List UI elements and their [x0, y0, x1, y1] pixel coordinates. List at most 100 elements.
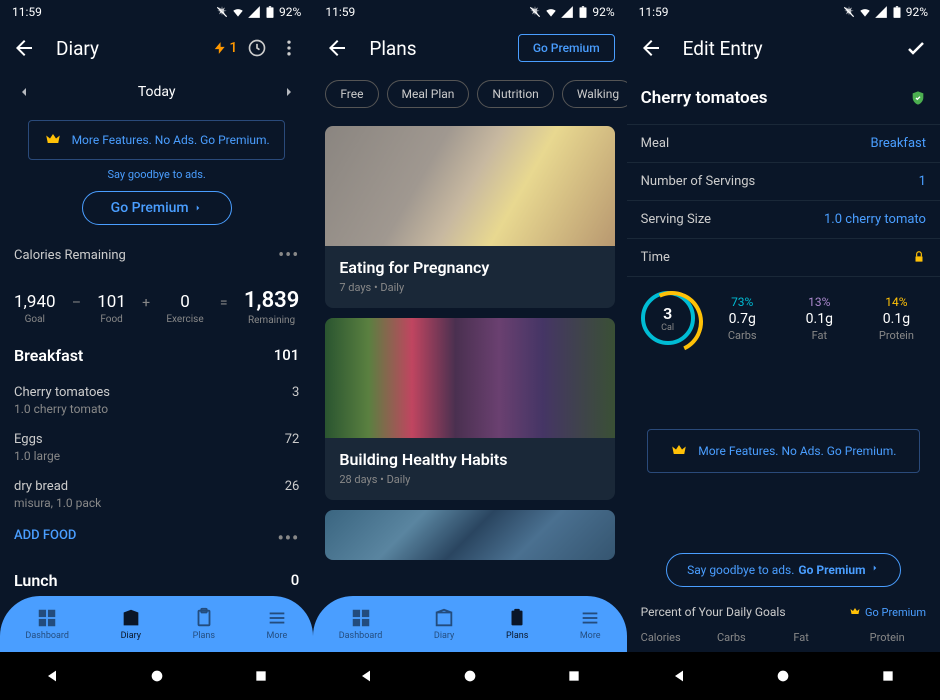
plans-icon — [506, 607, 528, 629]
system-nav — [627, 652, 940, 700]
food-item[interactable]: Cherry tomatoes1.0 cherry tomato 3 — [0, 377, 313, 424]
status-bar: 11:59 92% — [0, 0, 313, 24]
chevron-right-icon — [193, 203, 203, 213]
go-premium-pill[interactable]: Say goodbye to ads. Go Premium — [666, 553, 900, 587]
edit-entry-screen: 11:59 92% Edit Entry Cherry tomatoes Mea… — [627, 0, 940, 700]
status-icons: 92% — [842, 5, 928, 19]
back-icon[interactable] — [12, 36, 36, 60]
nav-dashboard[interactable]: Dashboard — [25, 607, 69, 641]
plan-image — [325, 510, 614, 560]
lock-icon — [912, 250, 926, 264]
dashboard-icon — [350, 607, 372, 629]
battery-icon — [576, 5, 590, 19]
goals-premium-link[interactable]: Go Premium — [849, 606, 926, 619]
sys-home-icon[interactable] — [462, 668, 478, 684]
dnd-icon — [528, 5, 542, 19]
next-day-icon[interactable] — [281, 84, 297, 100]
status-icons: 92% — [528, 5, 614, 19]
status-bar: 11:59 92% — [313, 0, 626, 24]
macro-fat: 13% 0.1g Fat — [790, 295, 849, 342]
food-item[interactable]: dry breadmisura, 1.0 pack 26 — [0, 471, 313, 518]
nav-more[interactable]: More — [266, 607, 288, 641]
nav-plans[interactable]: Plans — [506, 607, 528, 641]
nav-diary[interactable]: Diary — [433, 607, 455, 641]
promo-subtext: Say goodbye to ads. — [0, 168, 313, 181]
sys-back-icon[interactable] — [671, 668, 687, 684]
macro-protein: 14% 0.1g Protein — [867, 295, 926, 342]
signal-icon — [874, 5, 888, 19]
nav-diary[interactable]: Diary — [120, 607, 142, 641]
system-nav — [0, 652, 313, 700]
wifi-icon — [858, 5, 872, 19]
food-value: 101 — [97, 292, 126, 312]
sys-recent-icon[interactable] — [566, 668, 582, 684]
plan-card[interactable]: Building Healthy Habits 28 days • Daily — [325, 318, 614, 500]
servings-row[interactable]: Number of Servings 1 — [627, 162, 940, 200]
status-time: 11:59 — [639, 5, 669, 19]
calorie-ring: 3 Cal — [641, 291, 695, 345]
nav-more[interactable]: More — [579, 607, 601, 641]
goals-columns: Calories Carbs Fat Protein — [627, 627, 940, 648]
chip-walking[interactable]: Walking — [562, 80, 627, 108]
plan-title: Building Healthy Habits — [325, 438, 614, 473]
macros-row: 3 Cal 73% 0.7g Carbs 13% 0.1g Fat 14% 0.… — [627, 276, 940, 359]
premium-promo[interactable]: More Features. No Ads. Go Premium. — [28, 120, 285, 160]
sys-recent-icon[interactable] — [253, 668, 269, 684]
sys-home-icon[interactable] — [149, 668, 165, 684]
plan-card[interactable]: Eating for Pregnancy 7 days • Daily — [325, 126, 614, 308]
filter-chips: Free Meal Plan Nutrition Walking Workout — [313, 72, 626, 116]
menu-icon — [266, 607, 288, 629]
sys-back-icon[interactable] — [358, 668, 374, 684]
breakfast-more-icon[interactable]: ••• — [277, 528, 299, 549]
confirm-icon[interactable] — [904, 36, 928, 60]
date-label[interactable]: Today — [138, 84, 176, 100]
prev-day-icon[interactable] — [16, 84, 32, 100]
status-time: 11:59 — [12, 5, 42, 19]
serving-size-row[interactable]: Serving Size 1.0 cherry tomato — [627, 200, 940, 238]
bottom-nav: Dashboard Diary Plans More — [313, 596, 626, 652]
dnd-icon — [215, 5, 229, 19]
sys-recent-icon[interactable] — [880, 668, 896, 684]
entry-content: Cherry tomatoes Meal Breakfast Number of… — [627, 72, 940, 700]
battery-pct: 92% — [906, 5, 928, 19]
macro-carbs: 73% 0.7g Carbs — [713, 295, 772, 342]
app-bar: Plans Go Premium — [313, 24, 626, 72]
time-row[interactable]: Time — [627, 238, 940, 276]
signal-icon — [247, 5, 261, 19]
sys-home-icon[interactable] — [775, 668, 791, 684]
streak-indicator[interactable]: 1 — [213, 36, 237, 60]
app-bar: Diary 1 — [0, 24, 313, 72]
food-item[interactable]: Eggs1.0 large 72 — [0, 424, 313, 471]
page-title: Edit Entry — [683, 37, 904, 60]
history-icon[interactable] — [245, 36, 269, 60]
plan-card[interactable] — [325, 510, 614, 560]
back-icon[interactable] — [325, 36, 349, 60]
page-title: Diary — [56, 37, 205, 60]
crown-icon — [849, 606, 861, 618]
go-premium-button[interactable]: Go Premium — [518, 34, 615, 62]
battery-pct: 92% — [279, 5, 301, 19]
menu-icon — [579, 607, 601, 629]
sys-back-icon[interactable] — [44, 668, 60, 684]
wifi-icon — [544, 5, 558, 19]
calories-equation: 1,940Goal – 101Food + 0Exercise = 1,839R… — [0, 276, 313, 334]
breakfast-header[interactable]: Breakfast 101 — [0, 334, 313, 377]
calories-more-icon[interactable]: ••• — [278, 245, 299, 266]
chip-meal-plan[interactable]: Meal Plan — [387, 80, 470, 108]
plan-image — [325, 318, 614, 438]
wifi-icon — [231, 5, 245, 19]
go-premium-button[interactable]: Go Premium — [82, 191, 232, 225]
back-icon[interactable] — [639, 36, 663, 60]
date-navigator: Today — [0, 72, 313, 112]
chip-nutrition[interactable]: Nutrition — [477, 80, 553, 108]
premium-promo[interactable]: More Features. No Ads. Go Premium. — [647, 429, 920, 473]
chip-free[interactable]: Free — [325, 80, 378, 108]
nav-dashboard[interactable]: Dashboard — [339, 607, 383, 641]
battery-icon — [263, 5, 277, 19]
more-icon[interactable] — [277, 36, 301, 60]
battery-pct: 92% — [592, 5, 614, 19]
add-food-breakfast[interactable]: ADD FOOD ••• — [0, 518, 313, 559]
meal-row[interactable]: Meal Breakfast — [627, 124, 940, 162]
nav-plans[interactable]: Plans — [193, 607, 215, 641]
diary-icon — [433, 607, 455, 629]
